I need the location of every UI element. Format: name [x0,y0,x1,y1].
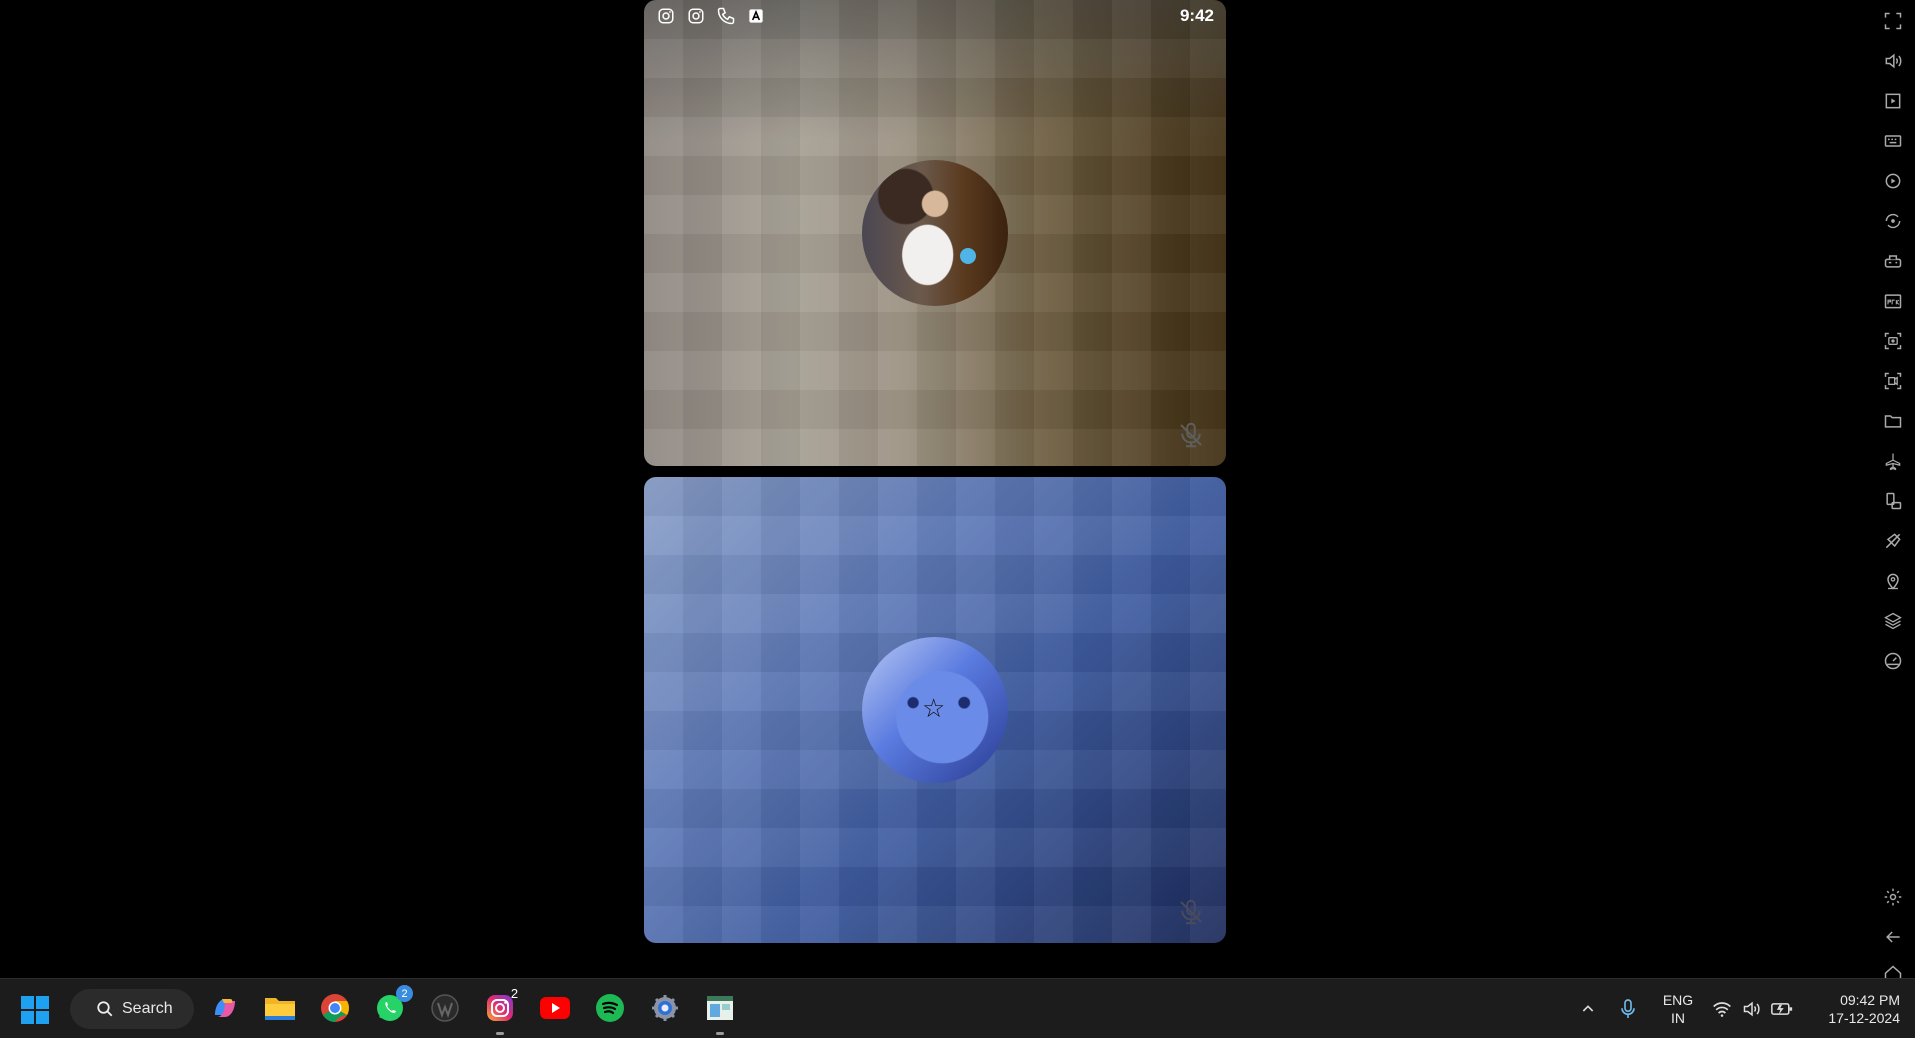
whatsapp-badge: 2 [396,985,413,1002]
star-icon: ☆ [922,693,946,723]
emulator-app-icon[interactable] [703,991,737,1035]
media-icon[interactable] [1880,88,1906,114]
layers-icon[interactable] [1880,608,1906,634]
keyboard-icon[interactable] [1880,128,1906,154]
gamepad-icon[interactable] [1880,248,1906,274]
mic-muted-icon [1176,897,1206,927]
macro-icon[interactable] [1880,168,1906,194]
participant-tile-2[interactable]: ☆ [644,477,1226,943]
region-code: IN [1671,1010,1685,1026]
language-indicator[interactable]: ENG IN [1660,991,1696,1027]
chrome-icon[interactable] [318,991,352,1025]
location-icon[interactable] [1880,568,1906,594]
eco-icon[interactable] [1880,528,1906,554]
fullscreen-icon[interactable] [1880,8,1906,34]
status-time: 9:42 [1179,6,1214,25]
participant-avatar: ☆ [862,637,1008,783]
wifi-icon[interactable] [1707,992,1737,1026]
search-icon [96,1000,114,1018]
spotify-icon[interactable] [593,991,627,1025]
system-clock[interactable]: 09:42 PM 17-12-2024 [1808,991,1900,1027]
windows-taskbar: Search 2 2 ENG IN 09:42 PM 17-12-2024 [0,978,1915,1038]
performance-icon[interactable] [1880,648,1906,674]
emulator-side-toolbar [1871,0,1915,978]
phone-icon [716,6,736,26]
running-indicator [496,1032,504,1035]
phone-status-bar: 9:42 [644,0,1226,32]
taskbar-search-box[interactable]: Search [70,989,194,1029]
speaker-icon[interactable] [1737,992,1767,1026]
record-icon[interactable] [1880,368,1906,394]
sync-icon[interactable] [1880,208,1906,234]
windows-start-button[interactable] [20,995,50,1025]
volume-icon[interactable] [1880,48,1906,74]
airplane-icon[interactable] [1880,448,1906,474]
copilot-icon[interactable] [208,991,242,1025]
clock-date: 17-12-2024 [1828,1010,1900,1026]
toy-ball [960,248,976,264]
a-icon [746,6,766,26]
apk-icon[interactable] [1880,288,1906,314]
battery-icon[interactable] [1767,992,1797,1026]
clock-time: 09:42 PM [1840,992,1900,1008]
notification-icons [656,6,766,26]
file-explorer-icon[interactable] [263,991,297,1025]
folder-icon[interactable] [1880,408,1906,434]
emulator-side-toolbar-bottom [1871,884,1915,978]
search-label: Search [122,1000,173,1017]
screenshot-icon[interactable] [1880,328,1906,354]
instagram-badge: 2 [510,986,519,1001]
participant-avatar [862,160,1008,306]
back-icon[interactable] [1880,924,1906,950]
participant-tile-1[interactable]: 9:42 [644,0,1226,466]
wordpress-icon[interactable] [428,991,462,1025]
mic-muted-icon [1176,420,1206,450]
youtube-icon[interactable] [538,991,572,1025]
rotate-icon[interactable] [1880,488,1906,514]
whatsapp-icon[interactable]: 2 [373,985,413,1025]
instagram-icon[interactable]: 2 [483,986,518,1035]
chevron-up-icon[interactable] [1572,992,1604,1026]
home-icon[interactable] [1880,964,1906,978]
instagram-icon [686,6,706,26]
instagram-icon [656,6,676,26]
emulator-stage: 9:42 ☆ [0,0,1915,978]
microphone-icon[interactable] [1612,992,1644,1026]
settings-icon[interactable] [1880,884,1906,910]
settings-app-icon[interactable] [648,991,682,1025]
language-code: ENG [1662,992,1694,1008]
running-indicator [716,1032,724,1035]
